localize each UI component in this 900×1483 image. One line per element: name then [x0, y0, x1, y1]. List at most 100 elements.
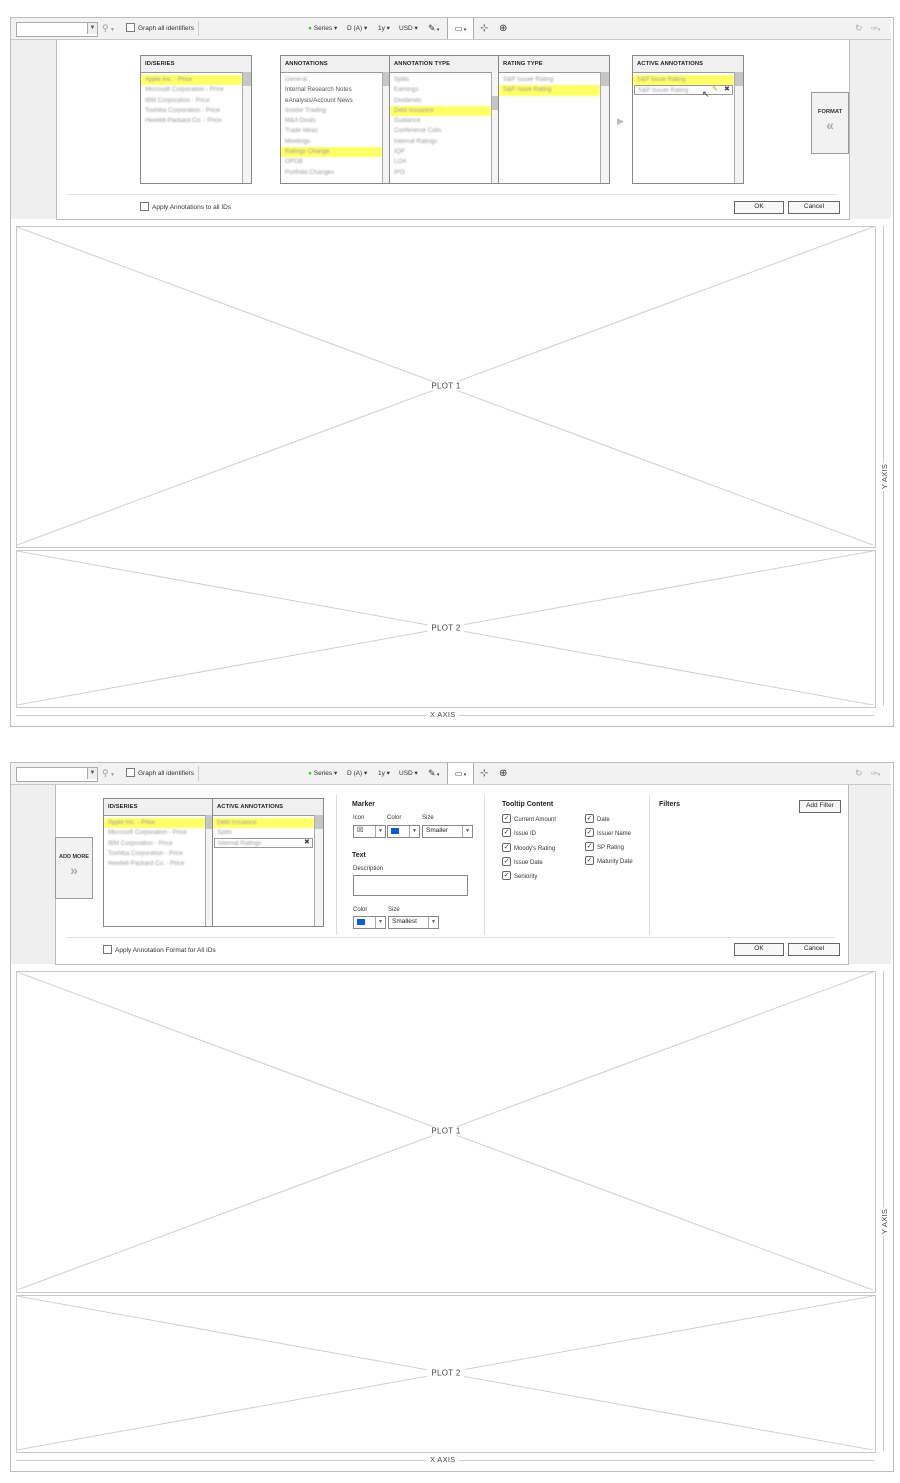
active-annotation-row-editing[interactable]: S&P Issuer Rating ✎ ✖ ↖ — [634, 85, 733, 99]
list-item[interactable]: S&P Issue Rating — [499, 85, 600, 96]
active-annotation-row-editing[interactable]: Internal Ratings ✖ — [214, 838, 313, 848]
annotation-tool-button[interactable]: ▭ ▾ — [447, 18, 474, 39]
scrollbar[interactable] — [242, 72, 251, 183]
chevron-down-icon[interactable]: ▼ — [87, 768, 97, 779]
list-item[interactable]: IBM Corporation - Price — [141, 96, 242, 106]
scrollbar[interactable] — [314, 815, 323, 926]
checkmark-icon[interactable]: ✓ — [502, 828, 511, 837]
list-item[interactable]: Meetings — [281, 137, 382, 147]
list-item[interactable]: Internal Research Notes — [281, 85, 382, 95]
cancel-button[interactable]: Cancel — [788, 943, 840, 956]
tooltip-checkbox[interactable]: ✓ Moody's Rating — [502, 843, 555, 853]
plot-2[interactable]: PLOT 2 — [16, 550, 876, 708]
scrollbar[interactable] — [734, 72, 743, 183]
series-dropdown[interactable]: ● Series ▾ — [308, 18, 337, 39]
list-item[interactable]: IBM Corporation - Price — [104, 839, 205, 849]
apply-format-all-ids-checkbox[interactable]: Apply Annotation Format for All IDs — [103, 945, 216, 955]
list-item[interactable]: Internal Ratings — [390, 137, 491, 147]
scrollbar[interactable] — [600, 72, 609, 183]
currency-dropdown[interactable]: USD ▾ — [399, 763, 418, 784]
ok-button[interactable]: OK — [734, 943, 784, 956]
list-item[interactable]: S&P Issuer Rating — [499, 75, 600, 85]
tooltip-checkbox[interactable]: ✓ Current Amount — [502, 814, 556, 824]
tooltip-checkbox[interactable]: ✓ Issue Date — [502, 857, 543, 867]
tooltip-checkbox[interactable]: ✓ Issue ID — [502, 828, 536, 838]
checkmark-icon[interactable]: ✓ — [502, 871, 511, 880]
scrollbar-thumb[interactable] — [315, 815, 323, 829]
search-icon[interactable]: ⚲ ▼ — [102, 763, 115, 784]
plot-1[interactable]: PLOT 1 — [16, 971, 876, 1293]
list-item[interactable]: Debt Issuance — [390, 105, 491, 117]
list-item[interactable]: eAnalysis/Account News — [281, 96, 382, 106]
list-item[interactable]: General — [281, 75, 382, 85]
list-item[interactable]: S&P Issue Rating — [633, 75, 734, 86]
list-item[interactable]: LOA — [390, 157, 491, 167]
refresh-icon[interactable]: ↻ — [855, 18, 863, 39]
checkmark-icon[interactable]: ✓ — [502, 814, 511, 823]
text-color-select[interactable]: ▼ — [353, 916, 386, 929]
identifier-combobox[interactable]: ▼ — [16, 22, 98, 37]
scrollbar-thumb[interactable] — [735, 72, 743, 86]
list-item[interactable]: Trade Ideas — [281, 126, 382, 136]
list-item[interactable]: Hewlett-Packard Co. - Price — [104, 859, 205, 869]
format-button[interactable]: FORMAT « — [811, 92, 849, 154]
checkbox-icon[interactable] — [126, 22, 135, 32]
list-item[interactable]: Apple Inc. - Price — [141, 75, 242, 86]
list-item[interactable]: Earnings — [390, 85, 491, 95]
marker-icon-select[interactable]: ☒ ▼ — [353, 825, 386, 838]
checkmark-icon[interactable]: ✓ — [502, 843, 511, 852]
checkbox-icon[interactable] — [126, 767, 135, 777]
delete-icon[interactable]: ✖ — [304, 838, 310, 846]
list-item[interactable]: Toshiba Corporation - Price — [141, 106, 242, 116]
list-item[interactable]: Toshiba Corporation - Price — [104, 849, 205, 859]
plot-1[interactable]: PLOT 1 — [16, 226, 876, 548]
checkbox-icon[interactable] — [140, 202, 149, 211]
scrollbar-thumb[interactable] — [601, 72, 609, 86]
list-item[interactable]: IQP — [390, 147, 491, 157]
currency-dropdown[interactable]: USD ▾ — [399, 18, 418, 39]
add-more-button[interactable]: ADD MORE » — [55, 837, 93, 899]
series-dropdown[interactable]: ● Series ▾ — [308, 763, 337, 784]
list-item[interactable]: Microsoft Corporation - Price — [104, 828, 205, 838]
pen-icon[interactable]: ✎ ▾ — [428, 18, 439, 39]
move-right-arrow-icon[interactable]: ▶ — [617, 116, 624, 127]
list-item[interactable]: OPOB — [281, 157, 382, 167]
checkmark-icon[interactable]: ✓ — [585, 814, 594, 823]
plot-2[interactable]: PLOT 2 — [16, 1295, 876, 1453]
annotation-tool-button[interactable]: ▭ ▾ — [447, 763, 474, 784]
list-item[interactable]: Splits — [390, 75, 491, 85]
crosshair-icon[interactable]: ⊹ — [480, 18, 488, 39]
ok-button[interactable]: OK — [734, 201, 784, 214]
wrench-icon[interactable]: ✑▾ — [871, 18, 880, 39]
description-input[interactable] — [353, 875, 468, 896]
checkmark-icon[interactable]: ✓ — [585, 842, 594, 851]
zoom-icon[interactable]: ⊕ — [499, 763, 507, 784]
list-item[interactable]: Guidance — [390, 116, 491, 126]
tooltip-checkbox[interactable]: ✓ SP Rating — [585, 842, 624, 852]
pen-icon[interactable]: ✎ ▾ — [428, 763, 439, 784]
cancel-button[interactable]: Cancel — [788, 201, 840, 214]
list-item[interactable]: Portfolio Changes — [281, 168, 382, 178]
text-size-select[interactable]: Smallest ▼ — [388, 916, 439, 929]
marker-size-select[interactable]: Smaller ▼ — [422, 825, 473, 838]
zoom-icon[interactable]: ⊕ — [499, 18, 507, 39]
checkmark-icon[interactable]: ✓ — [502, 857, 511, 866]
list-item[interactable]: Hewlett-Packard Co. - Price — [141, 116, 242, 126]
list-item[interactable]: Insider Trading — [281, 106, 382, 116]
list-item[interactable]: M&A Deals — [281, 116, 382, 126]
edit-icon[interactable]: ✎ — [712, 85, 718, 93]
wrench-icon[interactable]: ✑▾ — [871, 763, 880, 784]
scrollbar-thumb[interactable] — [243, 72, 251, 86]
dateset-dropdown[interactable]: D (A) ▾ — [347, 763, 367, 784]
tooltip-checkbox[interactable]: ✓ Seniority — [502, 871, 537, 881]
refresh-icon[interactable]: ↻ — [855, 763, 863, 784]
list-item[interactable]: Dividends — [390, 96, 491, 106]
list-item[interactable]: Conference Calls — [390, 126, 491, 136]
period-dropdown[interactable]: 1y ▾ — [378, 763, 390, 784]
dateset-dropdown[interactable]: D (A) ▾ — [347, 18, 367, 39]
crosshair-icon[interactable]: ⊹ — [480, 763, 488, 784]
chevron-down-icon[interactable]: ▼ — [87, 23, 97, 34]
add-filter-button[interactable]: Add Filter — [799, 800, 841, 813]
marker-color-select[interactable]: ▼ — [387, 825, 420, 838]
list-item[interactable]: Apple Inc. - Price — [104, 818, 205, 829]
